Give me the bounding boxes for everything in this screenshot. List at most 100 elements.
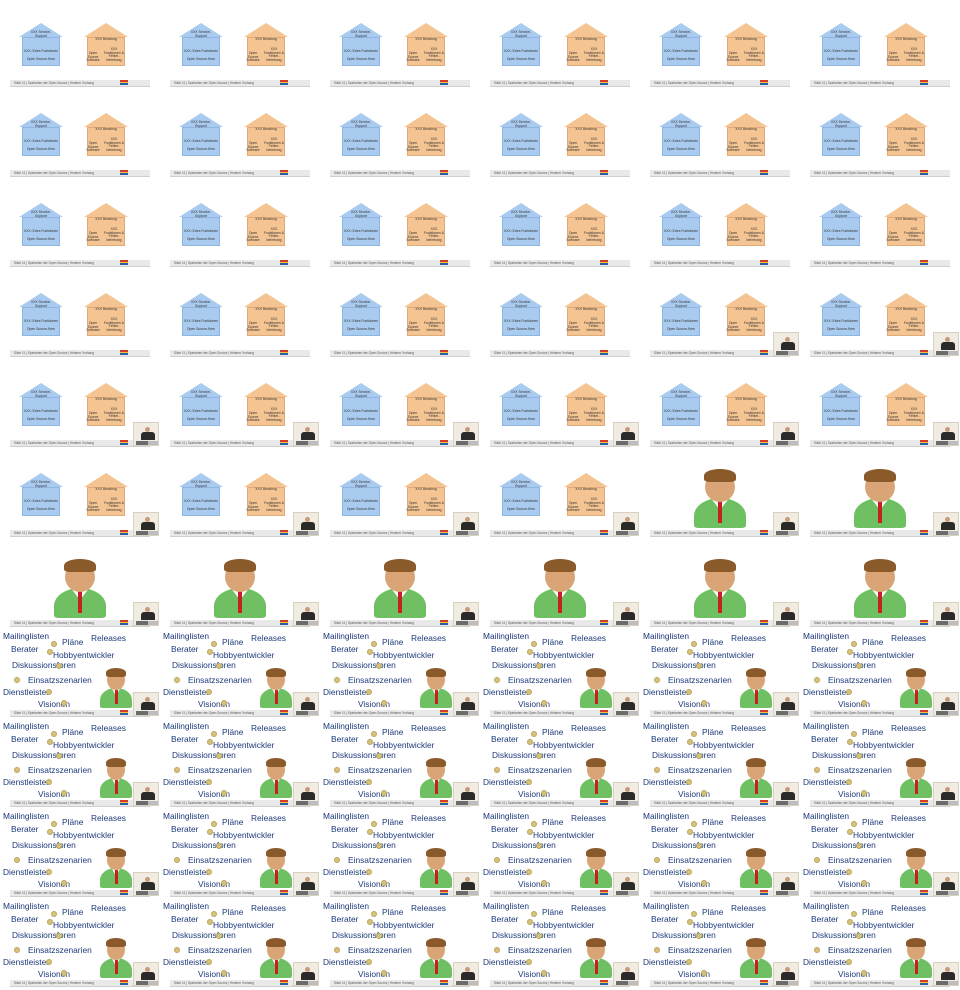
word-plaene: Pläne [542,727,564,737]
speaker-video-thumbnail [293,422,319,446]
slide-frame: Mailinglisten Releases Pläne Berater Hob… [320,810,480,900]
coin-icon [51,731,57,737]
slide-footer: Slide 11 | Spielarten der Open Source | … [650,260,790,267]
slide-frame: Slide 11 | Spielarten der Open Source | … [800,540,960,630]
person-icon [208,558,272,618]
slide-frame: XXX Service-Support XXX: Extra Funktione… [800,90,960,180]
flag-icon [440,260,448,265]
slide-footer-text: Slide 11 | Spielarten der Open Source | … [174,261,254,265]
word-mailinglisten: Mailinglisten [643,721,690,731]
word-berater: Berater [171,734,199,744]
word-mailinglisten: Mailinglisten [163,901,210,911]
blue-house-title: XXX Service-Support [190,210,212,218]
coin-icon [701,790,707,796]
word-berater: Berater [651,914,679,924]
flag-icon [600,530,608,535]
slide-footer-text: Slide 11 | Spielarten der Open Source | … [494,891,574,895]
flag-icon [760,800,768,805]
coin-icon [47,649,53,655]
orange-house-right-text: XXX Funktionen & Fehler-behebung [424,497,444,513]
person-icon [100,938,132,978]
blue-house-title: XXX Service-Support [30,480,52,488]
flag-icon [760,80,768,85]
slide-footer: Slide 11 | Spielarten der Open Source | … [170,170,310,177]
word-einsatzszenarien: Einsatzszenarien [508,945,572,955]
slide-frame: Mailinglisten Releases Pläne Berater Hob… [320,720,480,810]
blue-house-line2: Open Source-Kern [26,237,56,241]
word-diskussionsforen: Diskussionsforen [492,660,556,670]
blue-house-line1: XXX: Extra Funktionen [183,49,219,53]
flag-icon [440,530,448,535]
coin-icon [61,700,67,706]
coin-icon [334,767,340,773]
coin-icon [221,700,227,706]
word-mailinglisten: Mailinglisten [3,901,50,911]
coin-icon [216,663,222,669]
person-icon [100,668,132,708]
person-icon [528,558,592,618]
blue-house-title: XXX Service-Support [350,300,372,308]
word-releases: Releases [411,903,446,913]
orange-house-left-text: Open Source Software [246,321,260,333]
word-releases: Releases [251,723,286,733]
orange-house-right-text: XXX Funktionen & Fehler-behebung [264,407,284,423]
contact-sheet: XXX Service-Support XXX: Extra Funktione… [0,0,960,990]
slide-footer: Slide 11 | Spielarten der Open Source | … [330,170,470,177]
word-berater: Berater [811,644,839,654]
word-mailinglisten: Mailinglisten [483,811,530,821]
slide-footer: Slide 11 | Spielarten der Open Source | … [810,620,950,627]
word-einsatzszenarien: Einsatzszenarien [188,765,252,775]
word-dienstleister: Dienstleister [643,777,690,787]
blue-house-line1: XXX: Extra Funktionen [823,409,859,413]
slide-footer-text: Slide 11 | Spielarten der Open Source | … [494,261,574,265]
coin-icon [494,677,500,683]
word-diskussionsforen: Diskussionsforen [332,750,396,760]
orange-house-right-text: XXX Funktionen & Fehler-behebung [264,497,284,513]
word-dienstleister: Dienstleister [643,957,690,967]
coin-icon [51,821,57,827]
slide-footer: Slide 11 | Spielarten der Open Source | … [10,620,150,627]
orange-house-right-text: XXX Funktionen & Fehler-behebung [264,317,284,333]
slide-frame: XXX Service-Support XXX: Extra Funktione… [0,360,160,450]
slide-frame: XXX Service-Support XXX: Extra Funktione… [160,90,320,180]
orange-house-right-text: XXX Funktionen & Fehler-behebung [104,317,124,333]
word-berater: Berater [171,824,199,834]
slide-frame: XXX Service-Support XXX: Extra Funktione… [160,450,320,540]
word-berater: Berater [651,824,679,834]
word-plaene: Pläne [222,727,244,737]
flag-icon [120,710,128,715]
flag-icon [120,800,128,805]
blue-house-title: XXX Service-Support [830,300,852,308]
flag-icon [920,980,928,985]
blue-house-title: XXX Service-Support [350,120,372,128]
flag-icon [600,80,608,85]
orange-house-title: XXX Beratung [575,37,597,41]
flag-icon [920,890,928,895]
blue-house-line2: Open Source-Kern [26,57,56,61]
coin-icon [531,911,537,917]
blue-house-line1: XXX: Extra Funktionen [823,319,859,323]
slide-footer: Slide 11 | Spielarten der Open Source | … [170,620,310,627]
slide-frame: XXX Service-Support XXX: Extra Funktione… [480,450,640,540]
word-einsatzszenarien: Einsatzszenarien [28,855,92,865]
speaker-video-thumbnail [293,782,319,806]
orange-house-title: XXX Beratung [895,127,917,131]
orange-house-right-text: XXX Funktionen & Fehler-behebung [424,137,444,153]
word-mailinglisten: Mailinglisten [3,721,50,731]
word-hobbyentwickler: Hobbyentwickler [213,740,275,750]
word-mailinglisten: Mailinglisten [323,631,370,641]
blue-house-line2: Open Source-Kern [666,327,696,331]
coin-icon [687,829,693,835]
flag-icon [920,530,928,535]
slide-footer-text: Slide 11 | Spielarten der Open Source | … [494,531,574,535]
word-diskussionsforen: Diskussionsforen [652,840,716,850]
coin-icon [541,700,547,706]
word-berater: Berater [11,734,39,744]
slide-footer-text: Slide 11 | Spielarten der Open Source | … [814,351,894,355]
speaker-video-thumbnail [613,512,639,536]
blue-house-line1: XXX: Extra Funktionen [23,319,59,323]
orange-house-title: XXX Beratung [255,307,277,311]
slide-footer: Slide 11 | Spielarten der Open Source | … [490,980,630,987]
coin-icon [851,731,857,737]
slide-footer-text: Slide 11 | Spielarten der Open Source | … [814,801,894,805]
